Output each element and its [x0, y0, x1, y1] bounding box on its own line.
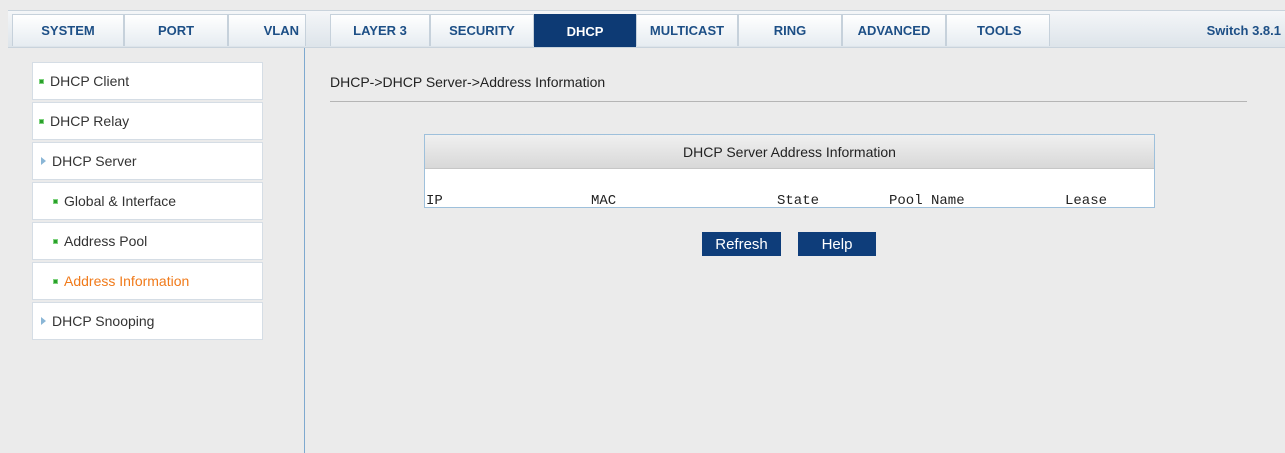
tab-label: SYSTEM	[41, 23, 95, 38]
tab-tools[interactable]: TOOLS	[946, 14, 1050, 46]
sidebar: DHCP Client DHCP Relay DHCP Server Globa…	[32, 62, 263, 342]
tab-label: TOOLS	[977, 23, 1022, 38]
tab-label: MULTICAST	[649, 23, 725, 38]
tab-label: VLAN	[263, 23, 299, 38]
sidebar-item-label: Address Information	[64, 273, 190, 289]
sidebar-item-dhcp-relay[interactable]: DHCP Relay	[32, 102, 263, 140]
version-label: Switch 3.8.1	[1206, 22, 1281, 38]
sidebar-item-global-interface[interactable]: Global & Interface	[32, 182, 263, 220]
sidebar-item-label: Address Pool	[64, 233, 148, 249]
tab-label: LAYER 3	[353, 23, 407, 38]
expand-arrow-icon	[41, 157, 46, 165]
tab-dhcp[interactable]: DHCP	[534, 14, 636, 47]
tab-label: RING	[773, 23, 807, 38]
tab-vlan[interactable]: VLAN	[228, 14, 306, 46]
content-divider	[304, 48, 305, 453]
sidebar-item-label: Global & Interface	[64, 193, 177, 209]
column-header-lease: Lease	[1065, 193, 1108, 209]
tab-system[interactable]: SYSTEM	[12, 14, 124, 46]
column-header-state: State	[777, 193, 820, 209]
tab-label: PORT	[157, 23, 195, 38]
sidebar-item-address-information[interactable]: Address Information	[32, 262, 263, 300]
breadcrumb-divider	[330, 101, 1247, 102]
column-header-pool-name: Pool Name	[889, 193, 965, 209]
sidebar-item-dhcp-client[interactable]: DHCP Client	[32, 62, 263, 100]
tab-security[interactable]: SECURITY	[430, 14, 534, 46]
tab-label: SECURITY	[449, 23, 515, 38]
expand-arrow-icon	[41, 317, 46, 325]
sidebar-item-address-pool[interactable]: Address Pool	[32, 222, 263, 260]
table-title: DHCP Server Address Information	[425, 135, 1154, 169]
column-header-ip: IP	[426, 193, 443, 209]
tab-label: ADVANCED	[857, 23, 931, 38]
bullet-icon	[53, 198, 58, 204]
tab-layer-3[interactable]: LAYER 3	[330, 14, 430, 46]
sidebar-item-dhcp-snooping[interactable]: DHCP Snooping	[32, 302, 263, 340]
sidebar-item-label: DHCP Server	[52, 153, 137, 169]
sidebar-item-label: DHCP Relay	[50, 113, 130, 129]
refresh-button[interactable]: Refresh	[702, 232, 781, 256]
bullet-icon	[53, 238, 58, 244]
tab-multicast[interactable]: MULTICAST	[636, 14, 738, 46]
tab-advanced[interactable]: ADVANCED	[842, 14, 946, 46]
sidebar-item-label: DHCP Snooping	[52, 313, 155, 329]
bullet-icon	[39, 78, 44, 84]
tab-port[interactable]: PORT	[124, 14, 228, 46]
bullet-icon	[39, 118, 44, 124]
help-button[interactable]: Help	[798, 232, 876, 256]
top-nav-bar: SYSTEM PORT VLAN LAYER 3 SECURITY DHCP M…	[8, 10, 1285, 48]
column-header-mac: MAC	[591, 193, 617, 209]
sidebar-item-dhcp-server[interactable]: DHCP Server	[32, 142, 263, 180]
tab-ring[interactable]: RING	[738, 14, 842, 46]
sidebar-item-label: DHCP Client	[50, 73, 130, 89]
address-information-table: DHCP Server Address Information IP MAC S…	[424, 134, 1155, 209]
tab-label: DHCP	[566, 23, 604, 39]
bullet-icon	[53, 278, 58, 284]
breadcrumb: DHCP->DHCP Server->Address Information	[330, 74, 606, 90]
